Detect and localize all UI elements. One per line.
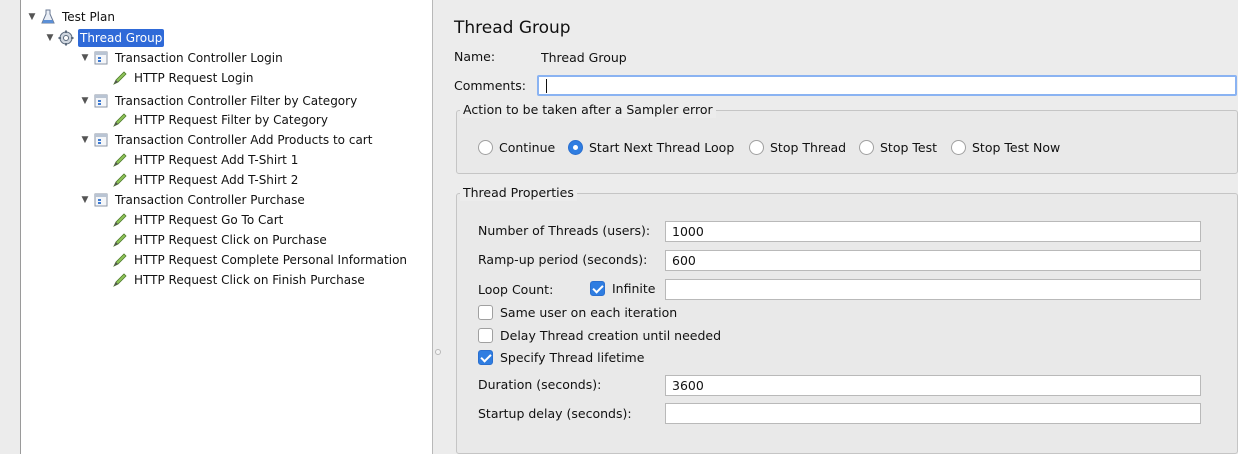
tree-item-label: Test Plan (62, 10, 115, 24)
page-title: Thread Group (454, 18, 571, 38)
expand-toggle-icon[interactable]: ▼ (44, 33, 56, 43)
tree-item-label: HTTP Request Filter by Category (134, 113, 328, 127)
radio-stop-test[interactable]: Stop Test (859, 140, 937, 155)
sampler-pen-icon (112, 172, 128, 188)
infinite-checkbox[interactable]: Infinite (590, 281, 655, 296)
tree-item-sampler-login[interactable]: HTTP Request Login (110, 68, 255, 88)
sampler-pen-icon (112, 112, 128, 128)
rampup-field[interactable] (665, 250, 1201, 271)
gear-icon (58, 30, 74, 46)
radio-checked-icon (568, 140, 583, 155)
sampler-pen-icon (112, 252, 128, 268)
tree-item-label: HTTP Request Click on Purchase (134, 233, 327, 247)
tree-item-sampler-add-tshirt-1[interactable]: HTTP Request Add T-Shirt 1 (110, 150, 300, 170)
tree-item-thread-group[interactable]: ▼ Thread Group (44, 28, 165, 48)
tree-item-sampler-finish-purchase[interactable]: HTTP Request Click on Finish Purchase (110, 270, 367, 290)
radio-unchecked-icon (478, 140, 493, 155)
radio-label: Continue (499, 140, 556, 155)
tree-item-test-plan[interactable]: ▼ Test Plan (26, 7, 117, 27)
expand-toggle-icon[interactable]: ▼ (26, 12, 38, 22)
checkbox-checked-icon (590, 281, 605, 296)
sampler-pen-icon (112, 152, 128, 168)
checkbox-label: Specify Thread lifetime (500, 350, 645, 365)
startup-delay-label: Startup delay (seconds): (478, 406, 632, 421)
group-title: Action to be taken after a Sampler error (460, 102, 716, 118)
comments-field[interactable] (537, 75, 1237, 96)
loop-count-label: Loop Count: (478, 282, 554, 297)
tree-item-label: Transaction Controller Add Products to c… (115, 133, 373, 147)
radio-label: Stop Test (880, 140, 938, 155)
tree-item-sampler-personal-info[interactable]: HTTP Request Complete Personal Informati… (110, 250, 409, 270)
tree-item-sampler-filter[interactable]: HTTP Request Filter by Category (110, 110, 330, 130)
thread-group-panel: Thread Group Name: Comments: Action to b… (444, 0, 1238, 454)
threads-label: Number of Threads (users): (478, 223, 651, 238)
checkbox-unchecked-icon (478, 305, 493, 320)
radio-unchecked-icon (749, 140, 764, 155)
expand-toggle-icon[interactable]: ▼ (79, 195, 91, 205)
flask-icon (40, 9, 56, 25)
startup-delay-field[interactable] (665, 403, 1201, 424)
radio-stop-thread[interactable]: Stop Thread (749, 140, 846, 155)
specify-lifetime-checkbox[interactable]: Specify Thread lifetime (478, 350, 644, 365)
tree-item-controller-add-products[interactable]: ▼ Transaction Controller Add Products to… (79, 130, 374, 150)
sampler-pen-icon (112, 232, 128, 248)
tree-item-sampler-go-to-cart[interactable]: HTTP Request Go To Cart (110, 210, 285, 230)
radio-continue[interactable]: Continue (478, 140, 555, 155)
group-title: Thread Properties (460, 185, 577, 201)
sampler-pen-icon (112, 70, 128, 86)
controller-icon (93, 192, 109, 208)
text-caret (546, 79, 547, 93)
tree-item-sampler-click-purchase[interactable]: HTTP Request Click on Purchase (110, 230, 329, 250)
checkbox-checked-icon (478, 350, 493, 365)
name-label: Name: (454, 49, 496, 64)
expand-toggle-icon[interactable]: ▼ (79, 135, 91, 145)
tree-item-label: Thread Group (78, 29, 165, 47)
tree-item-label: Transaction Controller Filter by Categor… (115, 94, 358, 108)
radio-label: Start Next Thread Loop (589, 140, 735, 155)
controller-icon (93, 132, 109, 148)
checkbox-unchecked-icon (478, 328, 493, 343)
comments-label: Comments: (454, 78, 526, 93)
splitter-grip-icon[interactable] (435, 349, 441, 355)
expand-toggle-icon[interactable]: ▼ (79, 53, 91, 63)
expand-toggle-icon[interactable]: ▼ (79, 96, 91, 106)
delay-thread-creation-checkbox[interactable]: Delay Thread creation until needed (478, 328, 721, 343)
sampler-pen-icon (112, 212, 128, 228)
tree-item-label: HTTP Request Add T-Shirt 2 (134, 173, 299, 187)
tree-item-label: HTTP Request Complete Personal Informati… (134, 253, 408, 267)
loop-count-field[interactable] (665, 279, 1201, 300)
duration-field[interactable] (665, 375, 1201, 396)
tree-item-label: HTTP Request Add T-Shirt 1 (134, 153, 299, 167)
radio-unchecked-icon (951, 140, 966, 155)
sampler-pen-icon (112, 272, 128, 288)
checkbox-label: Infinite (612, 281, 656, 296)
controller-icon (93, 50, 109, 66)
tree-item-label: HTTP Request Login (134, 71, 254, 85)
tree-item-label: Transaction Controller Login (115, 51, 283, 65)
duration-label: Duration (seconds): (478, 377, 602, 392)
radio-start-next-thread-loop[interactable]: Start Next Thread Loop (568, 140, 734, 155)
checkbox-label: Delay Thread creation until needed (500, 328, 722, 343)
tree-item-label: HTTP Request Click on Finish Purchase (134, 273, 365, 287)
tree-item-controller-filter[interactable]: ▼ Transaction Controller Filter by Categ… (79, 91, 359, 111)
radio-label: Stop Test Now (972, 140, 1061, 155)
radio-stop-test-now[interactable]: Stop Test Now (951, 140, 1060, 155)
pane-splitter[interactable] (433, 0, 443, 454)
rampup-label: Ramp-up period (seconds): (478, 252, 648, 267)
checkbox-label: Same user on each iteration (500, 305, 678, 320)
radio-label: Stop Thread (770, 140, 847, 155)
same-user-checkbox[interactable]: Same user on each iteration (478, 305, 677, 320)
radio-unchecked-icon (859, 140, 874, 155)
tree-item-controller-login[interactable]: ▼ Transaction Controller Login (79, 48, 285, 68)
name-field[interactable] (534, 47, 1238, 68)
tree-item-controller-purchase[interactable]: ▼ Transaction Controller Purchase (79, 190, 307, 210)
controller-icon (93, 93, 109, 109)
tree-item-sampler-add-tshirt-2[interactable]: HTTP Request Add T-Shirt 2 (110, 170, 300, 190)
tree-item-label: Transaction Controller Purchase (115, 193, 305, 207)
tree-item-label: HTTP Request Go To Cart (134, 213, 284, 227)
threads-field[interactable] (665, 221, 1201, 242)
